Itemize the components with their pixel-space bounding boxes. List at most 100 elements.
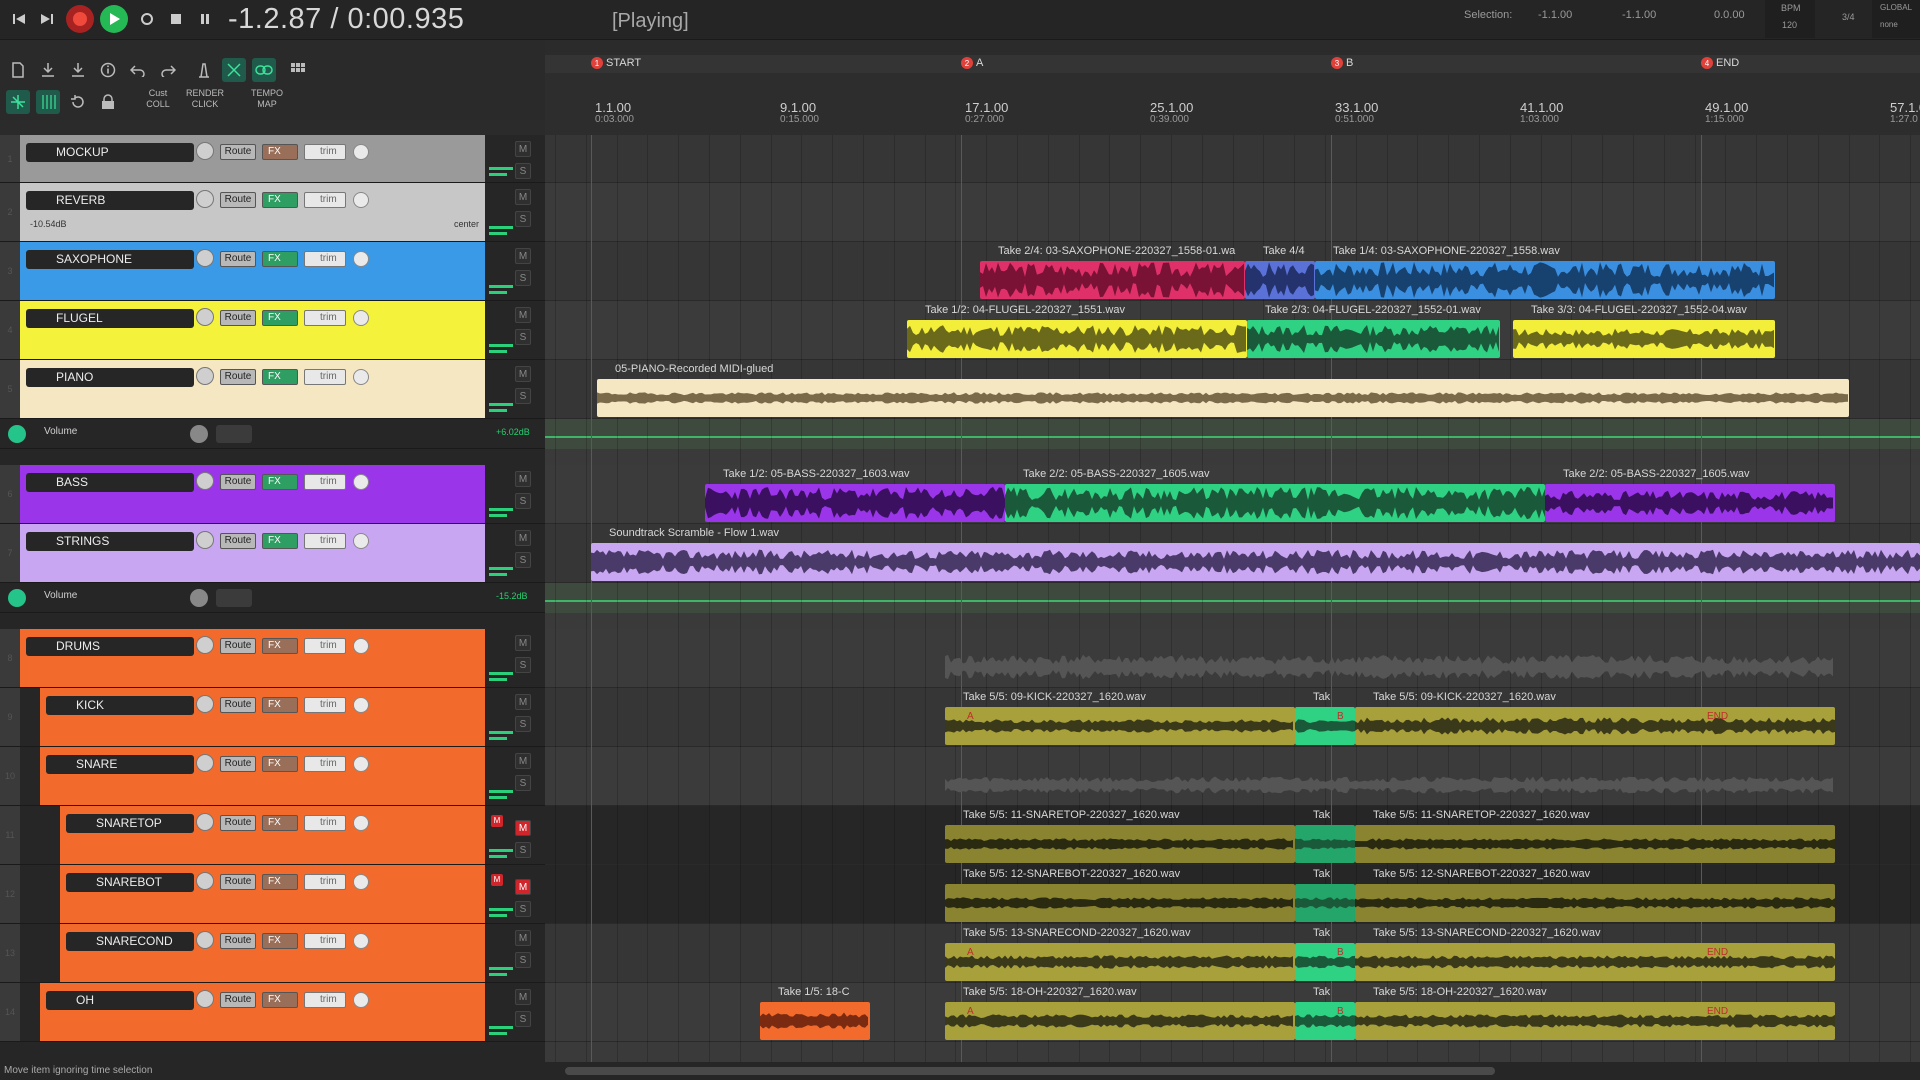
- track-number[interactable]: 6: [0, 465, 20, 523]
- media-item-snarecond[interactable]: [1355, 943, 1835, 981]
- trim-button[interactable]: trim: [304, 756, 346, 772]
- track-saxophone[interactable]: 3 SAXOPHONE Route FX trim M S: [0, 242, 545, 301]
- media-item-flugel[interactable]: [1513, 320, 1775, 358]
- track-number[interactable]: 4: [0, 301, 20, 359]
- envelope-knob[interactable]: [190, 425, 208, 443]
- track-header[interactable]: KICK Route FX trim: [40, 688, 485, 746]
- solo-button[interactable]: S: [515, 388, 531, 404]
- trim-button[interactable]: trim: [304, 815, 346, 831]
- trim-button[interactable]: trim: [304, 192, 346, 208]
- envelope-lane-volume[interactable]: Volume +6.02dB: [0, 419, 545, 449]
- redo-icon[interactable]: [156, 58, 180, 82]
- snap-grid-icon[interactable]: [36, 90, 60, 114]
- pan-knob[interactable]: [353, 369, 369, 385]
- track-name[interactable]: FLUGEL: [26, 309, 194, 328]
- selection-length[interactable]: 0.0.00: [1714, 9, 1745, 21]
- track-header[interactable]: REVERB Route FX trim -10.54dB center: [20, 183, 485, 241]
- fx-button[interactable]: FX: [262, 638, 298, 654]
- pan-knob[interactable]: [353, 310, 369, 326]
- region-marker-end[interactable]: 4 END: [1701, 57, 1739, 69]
- go-to-end-icon[interactable]: [34, 6, 60, 32]
- track-header[interactable]: SNARETOP Route FX trim: [60, 806, 485, 864]
- volume-knob[interactable]: [196, 190, 214, 208]
- mute-button[interactable]: M: [515, 248, 531, 264]
- play-button[interactable]: [100, 5, 128, 33]
- track-number[interactable]: 1: [0, 135, 20, 182]
- route-button[interactable]: Route: [220, 192, 256, 208]
- selection-start[interactable]: -1.1.00: [1538, 9, 1572, 21]
- mute-button[interactable]: M: [515, 366, 531, 382]
- media-item-snaretop[interactable]: [1295, 825, 1355, 863]
- trim-button[interactable]: trim: [304, 310, 346, 326]
- track-drums[interactable]: 8 DRUMS Route FX trim M S: [0, 629, 545, 688]
- media-item-snarecond[interactable]: [1295, 943, 1355, 981]
- fx-button[interactable]: FX: [262, 369, 298, 385]
- pan-knob[interactable]: [353, 638, 369, 654]
- cust-coll-button[interactable]: Cust COLL: [140, 88, 176, 110]
- fx-button[interactable]: FX: [262, 933, 298, 949]
- fx-button[interactable]: FX: [262, 533, 298, 549]
- region-marker-start[interactable]: 1 START: [591, 57, 641, 69]
- route-button[interactable]: Route: [220, 992, 256, 1008]
- pan-knob[interactable]: [353, 933, 369, 949]
- track-name[interactable]: DRUMS: [26, 637, 194, 656]
- region-marker-b[interactable]: 3B: [1331, 57, 1353, 69]
- solo-button[interactable]: S: [515, 1011, 531, 1027]
- media-item-saxophone[interactable]: [1245, 261, 1315, 299]
- timeline-ruler[interactable]: 1 START 2A 3B 4 END 1.1.00 0:03.000 9.1.00 0…: [545, 55, 1920, 135]
- track-flugel[interactable]: 4 FLUGEL Route FX trim M S: [0, 301, 545, 360]
- region-marker-a[interactable]: 2A: [961, 57, 983, 69]
- track-name[interactable]: SNAREBOT: [66, 873, 194, 892]
- track-number[interactable]: 12: [0, 865, 20, 923]
- volume-knob[interactable]: [196, 308, 214, 326]
- trim-button[interactable]: trim: [304, 251, 346, 267]
- repeat-icon[interactable]: [134, 6, 160, 32]
- envelope-settings-button[interactable]: [216, 425, 252, 443]
- volume-knob[interactable]: [196, 531, 214, 549]
- metronome-icon[interactable]: [192, 58, 216, 82]
- volume-knob[interactable]: [196, 754, 214, 772]
- pan-knob[interactable]: [353, 697, 369, 713]
- route-button[interactable]: Route: [220, 310, 256, 326]
- track-oh[interactable]: 14 OH Route FX trim M S: [0, 983, 545, 1042]
- arrange-view[interactable]: Take 2/4: 03-SAXOPHONE-220327_1558-01.wa…: [545, 135, 1920, 1065]
- region-marker-strip[interactable]: 1 START 2A 3B 4 END: [545, 55, 1920, 73]
- mute-button[interactable]: M: [515, 141, 531, 157]
- media-item-kick[interactable]: [1295, 707, 1355, 745]
- mute-button[interactable]: M: [515, 189, 531, 205]
- pan-knob[interactable]: [353, 144, 369, 160]
- route-button[interactable]: Route: [220, 638, 256, 654]
- media-item-saxophone[interactable]: [980, 261, 1245, 299]
- volume-knob[interactable]: [196, 990, 214, 1008]
- lock-icon[interactable]: [96, 90, 120, 114]
- track-name[interactable]: SNARECOND: [66, 932, 194, 951]
- route-button[interactable]: Route: [220, 697, 256, 713]
- solo-button[interactable]: S: [515, 163, 531, 179]
- time-signature[interactable]: 3/4: [1830, 0, 1866, 38]
- time-display[interactable]: -1.2.87 / 0:00.935: [228, 3, 464, 36]
- track-header[interactable]: DRUMS Route FX trim: [20, 629, 485, 687]
- route-button[interactable]: Route: [220, 815, 256, 831]
- media-item-saxophone[interactable]: [1315, 261, 1775, 299]
- solo-button[interactable]: S: [515, 716, 531, 732]
- record-button[interactable]: [66, 5, 94, 33]
- track-name[interactable]: REVERB: [26, 191, 194, 210]
- pan-knob[interactable]: [353, 533, 369, 549]
- solo-button[interactable]: S: [515, 329, 531, 345]
- trim-button[interactable]: trim: [304, 992, 346, 1008]
- fx-button[interactable]: FX: [262, 144, 298, 160]
- track-snarecond[interactable]: 13 SNARECOND Route FX trim M S: [0, 924, 545, 983]
- volume-knob[interactable]: [196, 472, 214, 490]
- media-item-strings[interactable]: [591, 543, 1920, 581]
- media-item-flugel[interactable]: [907, 320, 1247, 358]
- envelope-active-toggle[interactable]: [8, 589, 26, 607]
- fx-button[interactable]: FX: [262, 697, 298, 713]
- trim-button[interactable]: trim: [304, 144, 346, 160]
- solo-button[interactable]: S: [515, 842, 531, 858]
- volume-knob[interactable]: [196, 695, 214, 713]
- track-number[interactable]: 11: [0, 806, 20, 864]
- track-number[interactable]: 3: [0, 242, 20, 300]
- volume-knob[interactable]: [196, 367, 214, 385]
- trim-button[interactable]: trim: [304, 874, 346, 890]
- fx-button[interactable]: FX: [262, 310, 298, 326]
